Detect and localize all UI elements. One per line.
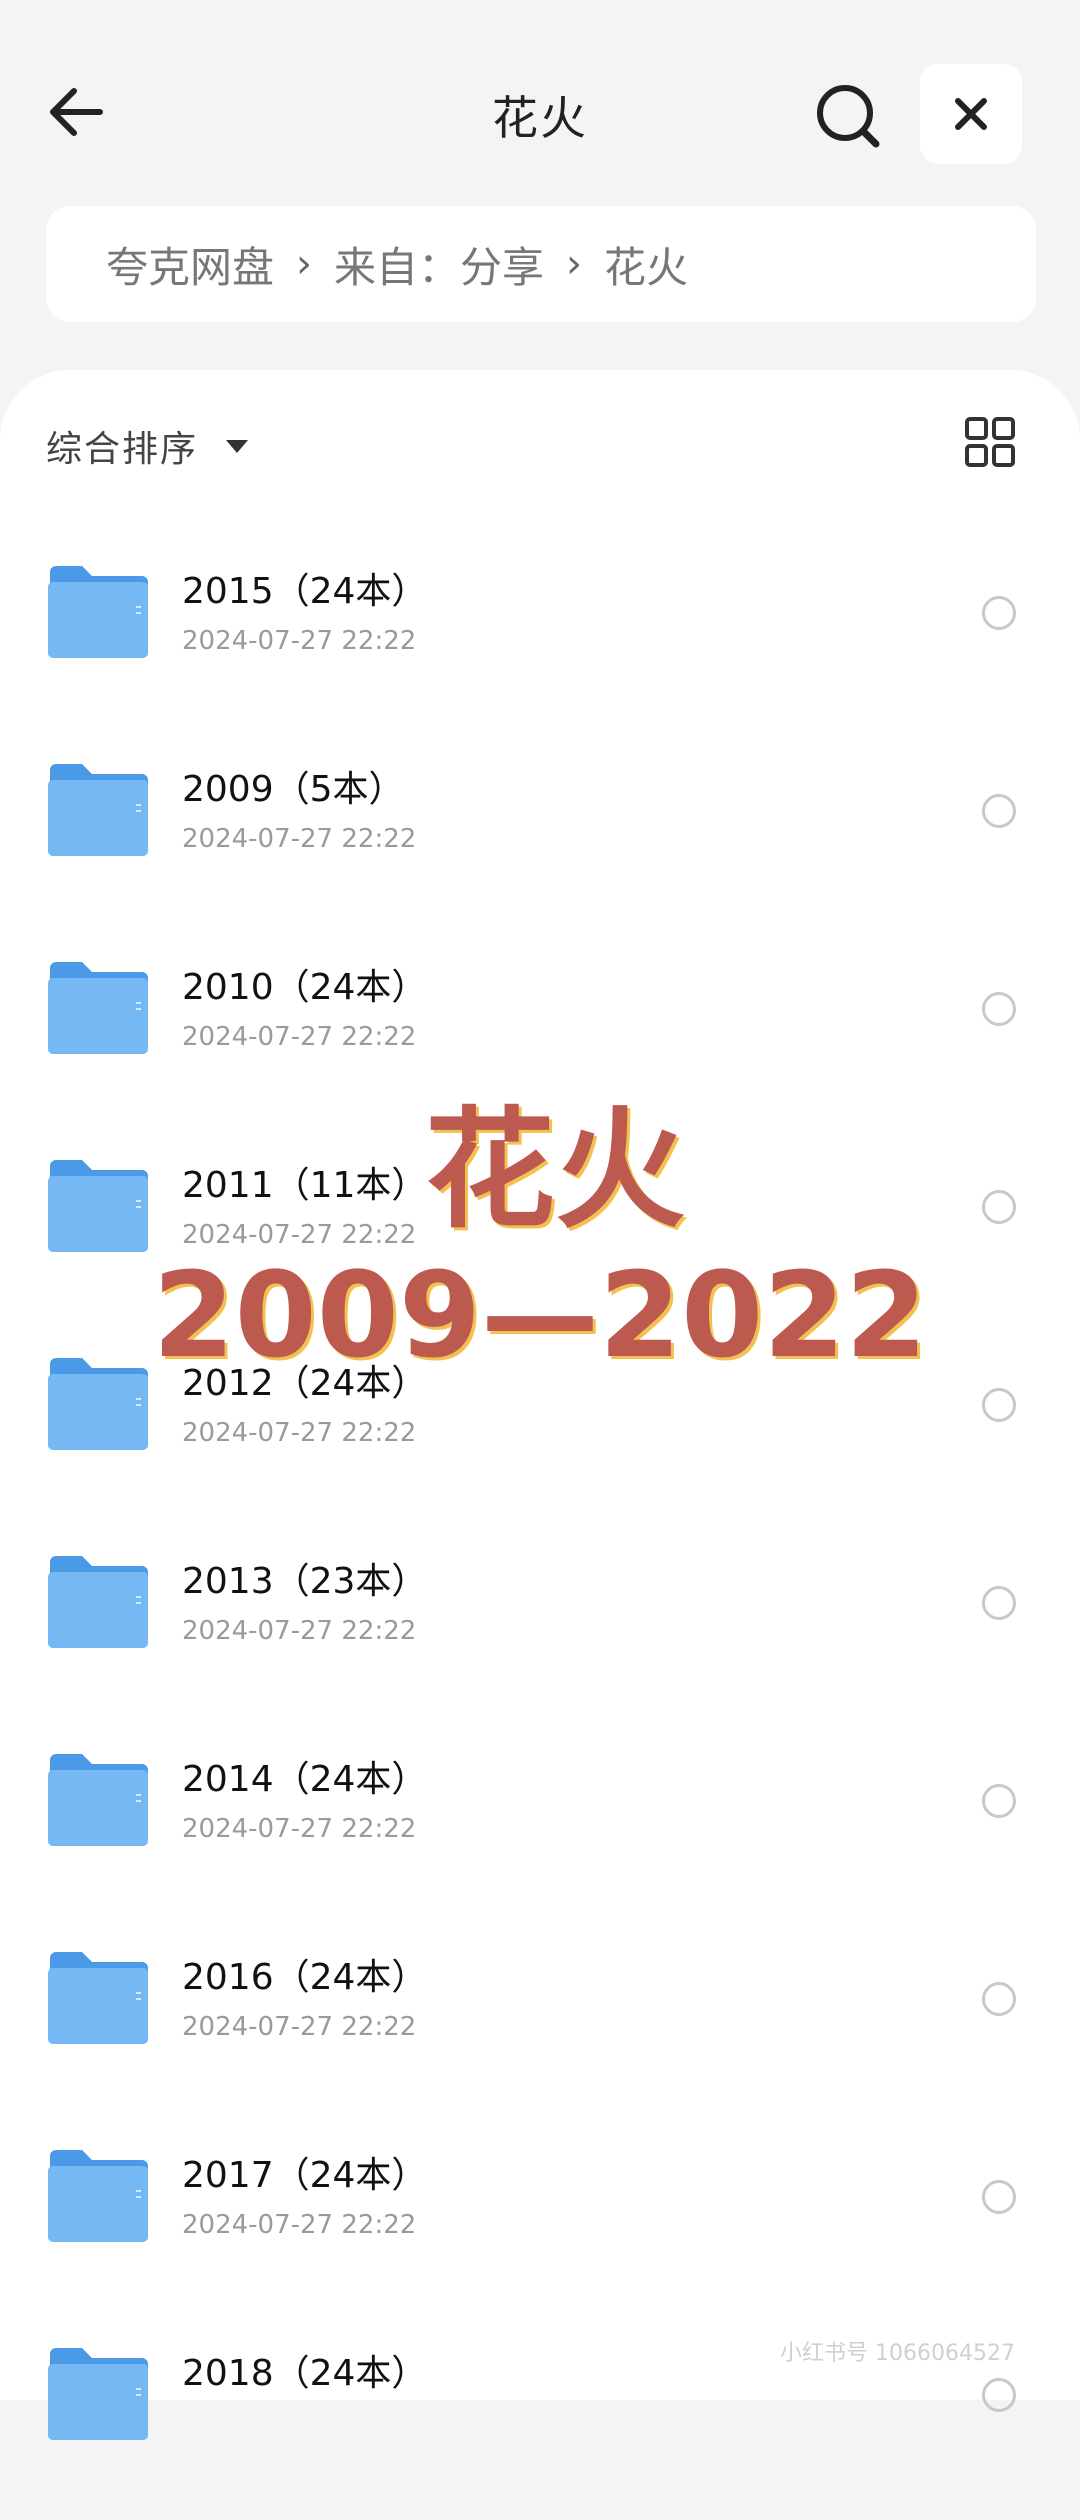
app-bar: 花火 bbox=[0, 0, 1080, 200]
chevron-right-icon: › bbox=[566, 241, 583, 287]
select-checkbox[interactable] bbox=[982, 1388, 1016, 1422]
file-date: 2024-07-27 22:22 bbox=[182, 1418, 417, 1448]
select-checkbox[interactable] bbox=[982, 1586, 1016, 1620]
grid-view-button[interactable] bbox=[964, 416, 1016, 468]
select-checkbox[interactable] bbox=[982, 1190, 1016, 1224]
folder-icon bbox=[48, 962, 148, 1054]
select-checkbox[interactable] bbox=[982, 596, 1016, 630]
chevron-right-icon: › bbox=[296, 241, 313, 287]
folder-icon bbox=[48, 764, 148, 856]
folder-icon bbox=[48, 566, 148, 658]
file-row[interactable]: 2014（24本） 2024-07-27 22:22 bbox=[0, 1728, 1080, 1926]
grid-view-icon bbox=[965, 417, 1015, 467]
caret-down-icon bbox=[226, 439, 249, 453]
file-name: 2013（23本） bbox=[182, 1561, 428, 1602]
file-name: 2018（24本） bbox=[182, 2353, 428, 2394]
file-date: 2024-07-27 22:22 bbox=[182, 1814, 417, 1844]
file-row[interactable]: 2013（23本） 2024-07-27 22:22 bbox=[0, 1530, 1080, 1728]
file-date: 2024-07-27 22:22 bbox=[182, 824, 417, 854]
file-name: 2009（5本） bbox=[182, 769, 405, 810]
sort-label: 综合排序 bbox=[46, 429, 199, 470]
file-name: 2017（24本） bbox=[182, 2155, 428, 2196]
folder-icon bbox=[48, 1160, 148, 1252]
folder-icon bbox=[48, 2348, 148, 2440]
file-date: 2024-07-27 22:22 bbox=[182, 1616, 417, 1646]
folder-icon bbox=[48, 1952, 148, 2044]
folder-icon bbox=[48, 1754, 148, 1846]
file-row[interactable]: 2016（24本） 2024-07-27 22:22 bbox=[0, 1926, 1080, 2124]
file-row[interactable]: 2009（5本） 2024-07-27 22:22 bbox=[0, 738, 1080, 936]
select-checkbox[interactable] bbox=[982, 2180, 1016, 2214]
breadcrumb: 夸克网盘 › 来自：分享 › 花火 bbox=[46, 206, 1036, 322]
select-checkbox[interactable] bbox=[982, 2378, 1016, 2412]
close-icon bbox=[955, 98, 987, 130]
file-name: 2016（24本） bbox=[182, 1957, 428, 1998]
select-checkbox[interactable] bbox=[982, 992, 1016, 1026]
close-button[interactable] bbox=[920, 64, 1022, 164]
file-date: 2024-07-27 22:22 bbox=[182, 2012, 417, 2042]
file-name: 2015（24本） bbox=[182, 571, 428, 612]
breadcrumb-item-root[interactable]: 夸克网盘 bbox=[106, 234, 274, 295]
file-row[interactable]: 2012（24本） 2024-07-27 22:22 bbox=[0, 1332, 1080, 1530]
page-title: 花火 bbox=[492, 91, 588, 145]
sort-dropdown[interactable]: 综合排序 bbox=[46, 420, 249, 472]
file-list: 2015（24本） 2024-07-27 22:22 2009（5本） 2024… bbox=[0, 540, 1080, 2520]
file-row[interactable]: 2010（24本） 2024-07-27 22:22 bbox=[0, 936, 1080, 1134]
search-button[interactable] bbox=[810, 78, 886, 154]
select-checkbox[interactable] bbox=[982, 794, 1016, 828]
folder-icon bbox=[48, 1556, 148, 1648]
file-date: 2024-07-27 22:22 bbox=[182, 2210, 417, 2240]
watermark: 小红书号 1066064527 bbox=[780, 2341, 1015, 2366]
breadcrumb-item-shared[interactable]: 来自：分享 bbox=[334, 234, 544, 295]
file-row[interactable]: 2017（24本） 2024-07-27 22:22 bbox=[0, 2124, 1080, 2322]
file-name: 2014（24本） bbox=[182, 1759, 428, 1800]
file-row[interactable]: 2011（11本） 2024-07-27 22:22 bbox=[0, 1134, 1080, 1332]
file-date: 2024-07-27 22:22 bbox=[182, 626, 417, 656]
file-panel: 综合排序 2015（24本） 2024-07-27 22:22 2009（5本）… bbox=[0, 370, 1080, 2440]
file-date: 2024-07-27 22:22 bbox=[182, 1220, 417, 1250]
file-name: 2012（24本） bbox=[182, 1363, 428, 1404]
file-name: 2011（11本） bbox=[182, 1165, 428, 1206]
breadcrumb-item-current: 花火 bbox=[604, 242, 689, 292]
file-date: 2024-07-27 22:22 bbox=[182, 1022, 417, 1052]
select-checkbox[interactable] bbox=[982, 1982, 1016, 2016]
folder-icon bbox=[48, 2150, 148, 2242]
file-row[interactable]: 2015（24本） 2024-07-27 22:22 bbox=[0, 540, 1080, 738]
folder-icon bbox=[48, 1358, 148, 1450]
search-icon bbox=[817, 85, 880, 148]
file-name: 2010（24本） bbox=[182, 967, 428, 1008]
select-checkbox[interactable] bbox=[982, 1784, 1016, 1818]
